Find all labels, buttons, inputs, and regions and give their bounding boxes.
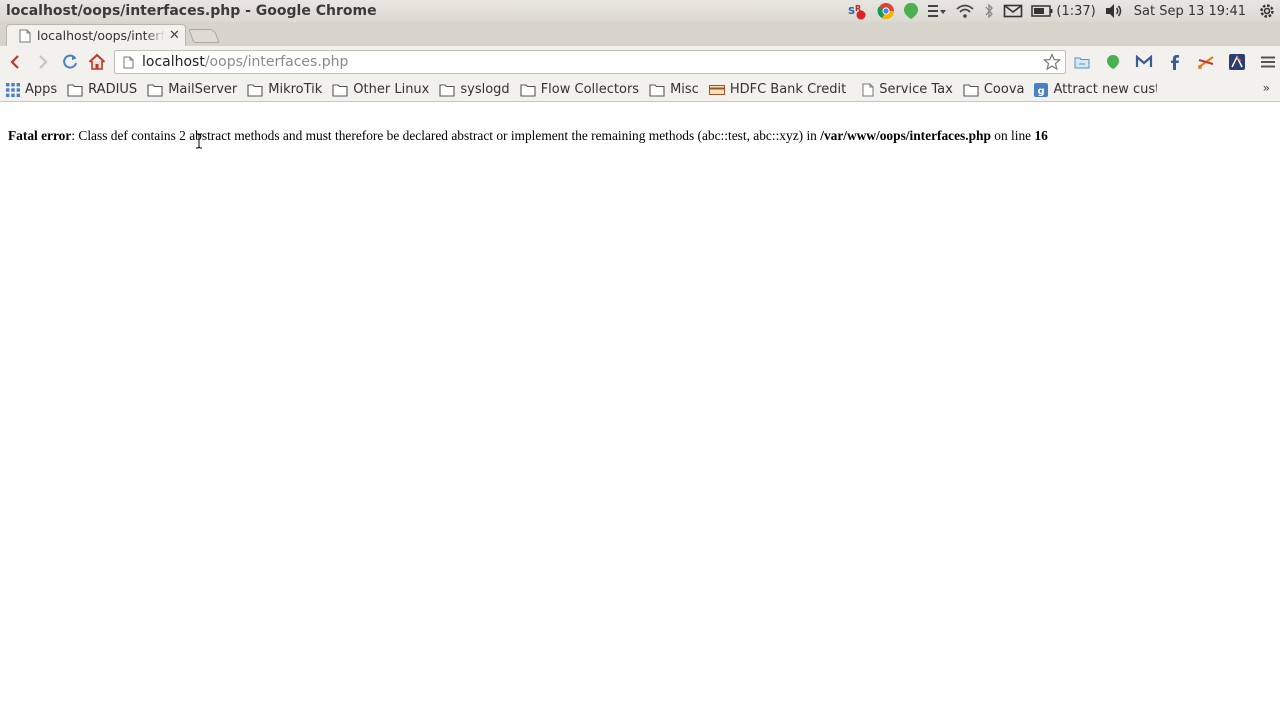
apps-grid-icon — [6, 82, 20, 97]
battery-indicator[interactable]: (1:37) — [1031, 0, 1096, 22]
bookmark-hdfc[interactable]: HDFC Bank Credit — [708, 79, 847, 101]
folder-icon — [247, 83, 263, 97]
bookmark-flow-collectors[interactable]: Flow Collectors — [520, 79, 639, 101]
page-icon — [19, 29, 31, 42]
bookmark-syslogd[interactable]: syslogd — [439, 79, 510, 101]
bookmark-attract-customers[interactable]: g Attract new custo — [1034, 79, 1157, 101]
bookmarks-bar: Apps RADIUS MailServer MikroTik Other Li… — [0, 78, 1280, 102]
close-icon[interactable]: ✕ — [169, 28, 180, 43]
reload-icon — [63, 54, 77, 69]
arrow-left-icon — [10, 55, 19, 69]
bookmark-label: MailServer — [168, 82, 238, 97]
arrow-right-icon — [39, 55, 48, 69]
bookmark-mailserver[interactable]: MailServer — [147, 79, 237, 101]
bookmark-label: Attract new custo — [1053, 82, 1158, 97]
bookmark-radius[interactable]: RADIUS — [67, 79, 137, 101]
facebook-icon[interactable] — [1165, 52, 1185, 72]
star-icon[interactable] — [1043, 53, 1061, 71]
evernote-icon[interactable] — [903, 0, 919, 22]
address-bar[interactable]: localhost/oops/interfaces.php — [114, 50, 1066, 74]
notation-extension-icon[interactable] — [1227, 52, 1247, 72]
url-host: localhost — [142, 54, 205, 70]
error-label: Fatal error — [8, 128, 72, 143]
credit-card-icon — [708, 84, 725, 95]
bookmark-label: Apps — [25, 82, 58, 97]
wifi-icon[interactable] — [955, 0, 975, 22]
bookmark-service-tax[interactable]: Service Tax — [862, 79, 953, 101]
folder-icon — [520, 83, 536, 97]
google-icon: g — [1034, 82, 1049, 97]
bookmark-label: HDFC Bank Credit — [729, 82, 847, 97]
text-cursor-icon — [196, 133, 202, 149]
page-content: Fatal error: Class def contains 2 abstra… — [0, 102, 1280, 720]
new-tab-button[interactable] — [188, 29, 220, 43]
folder-icon — [147, 83, 163, 97]
folder-icon — [963, 83, 979, 97]
tab-strip: localhost/oops/interfaces.php ✕ — [0, 22, 1280, 46]
bookmark-label: syslogd — [460, 82, 510, 97]
top-panel: localhost/oops/interfaces.php - Google C… — [0, 0, 1280, 22]
folder-icon — [439, 83, 455, 97]
window-title: localhost/oops/interfaces.php - Google C… — [6, 3, 377, 19]
tab-active[interactable]: localhost/oops/interfaces.php ✕ — [6, 24, 186, 46]
bookmark-apps[interactable]: Apps — [6, 79, 57, 101]
battery-time: (1:37) — [1056, 3, 1096, 19]
folder-icon — [649, 83, 665, 97]
gmail-icon[interactable] — [1134, 52, 1154, 72]
bluetooth-icon[interactable] — [983, 0, 995, 22]
tab-title: localhost/oops/interfaces.php — [37, 28, 165, 43]
clock[interactable]: Sat Sep 13 19:41 — [1134, 4, 1246, 19]
system-indicators: SR (1:37) Sat Sep 13 19:41 — [843, 0, 1280, 22]
menu-list-icon[interactable] — [927, 0, 947, 22]
error-message: : Class def contains 2 abstract methods … — [71, 128, 821, 143]
folder-icon — [332, 83, 348, 97]
bookmark-misc[interactable]: Misc — [649, 79, 699, 101]
back-button[interactable] — [5, 52, 25, 72]
gear-icon[interactable] — [1258, 0, 1276, 22]
page-icon — [862, 83, 874, 96]
bookmark-label: Misc — [670, 82, 699, 97]
bookmark-label: Service Tax — [879, 82, 953, 97]
volume-icon[interactable] — [1104, 0, 1124, 22]
home-button[interactable] — [87, 52, 107, 72]
bookmark-label: MikroTik — [268, 82, 323, 97]
screen-recorder-icon[interactable]: SR — [847, 0, 869, 22]
svg-text:g: g — [1038, 86, 1045, 97]
extension-icons — [1072, 52, 1280, 72]
bookmark-label: Coova — [983, 82, 1025, 97]
bookmark-label: RADIUS — [88, 82, 138, 97]
bookmark-other-linux[interactable]: Other Linux — [332, 79, 429, 101]
folder-sync-icon[interactable] — [1072, 52, 1092, 72]
bookmark-coova[interactable]: Coova — [963, 79, 1025, 101]
chevron-right-icon[interactable]: » — [1263, 81, 1270, 95]
mail-icon[interactable] — [1003, 0, 1023, 22]
home-icon — [88, 53, 106, 70]
bookmark-mikrotik[interactable]: MikroTik — [247, 79, 322, 101]
chrome-icon[interactable] — [877, 0, 895, 22]
scissors-icon[interactable] — [1196, 52, 1216, 72]
evernote-extension-icon[interactable] — [1103, 52, 1123, 72]
error-file: /var/www/oops/interfaces.php — [820, 128, 991, 143]
error-on-line: on line — [990, 128, 1035, 143]
error-line-number: 16 — [1034, 128, 1048, 143]
folder-icon — [67, 83, 83, 97]
toolbar: localhost/oops/interfaces.php — [0, 46, 1280, 78]
page-icon — [123, 56, 134, 68]
php-error-message: Fatal error: Class def contains 2 abstra… — [8, 128, 1048, 144]
bookmark-label: Flow Collectors — [540, 82, 640, 97]
menu-icon[interactable] — [1258, 52, 1278, 72]
forward-button[interactable] — [33, 52, 53, 72]
bookmark-label: Other Linux — [353, 82, 430, 97]
reload-button[interactable] — [60, 52, 80, 72]
url-path: /oops/interfaces.php — [204, 54, 349, 70]
